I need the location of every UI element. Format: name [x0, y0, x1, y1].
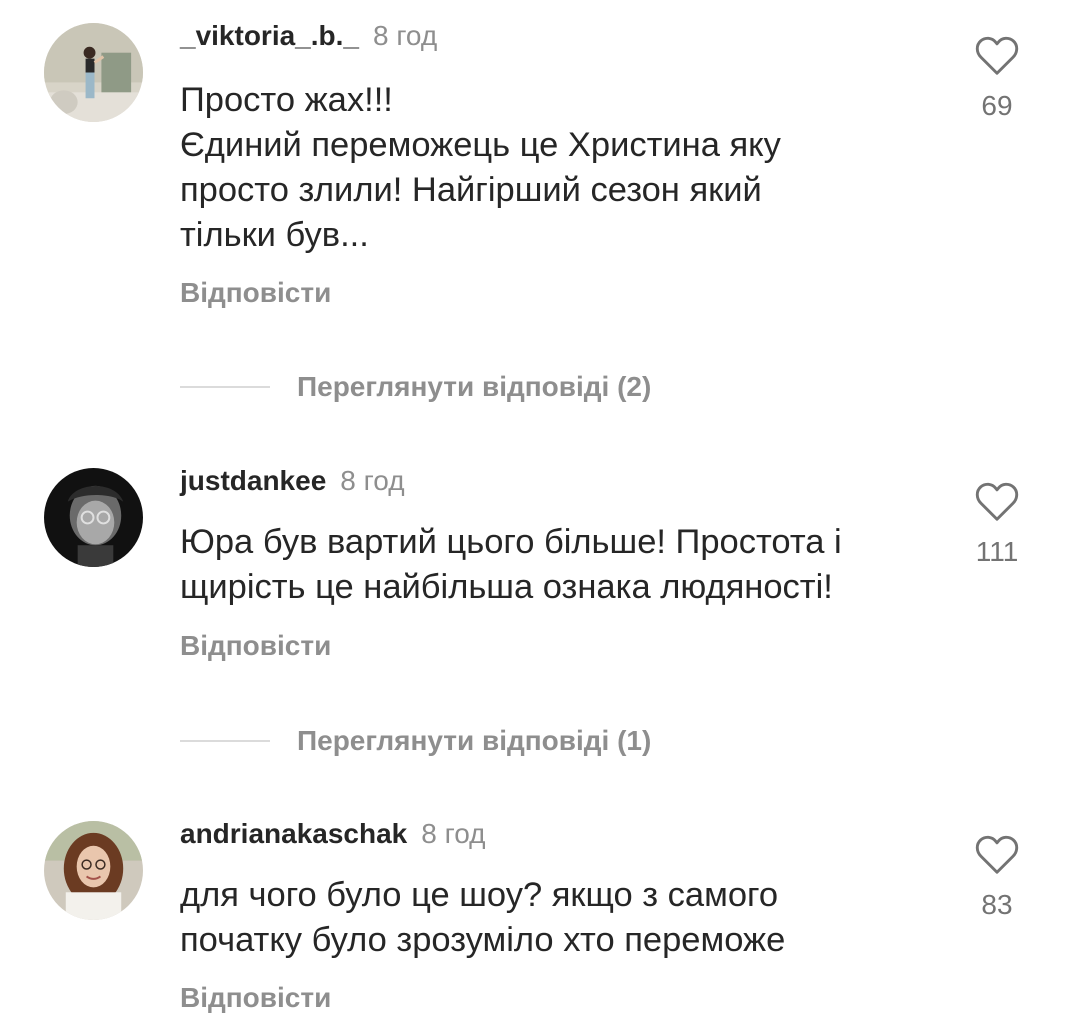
replies-divider-line: [180, 386, 270, 388]
like-count: 69: [981, 90, 1013, 121]
comment-header: andrianakaschak 8 год: [180, 816, 486, 852]
avatar-photo-andrianakaschak: [44, 821, 143, 920]
view-replies-label: Переглянути відповіді (2): [297, 371, 652, 402]
heart-outline-icon[interactable]: [975, 36, 1019, 76]
reply-button[interactable]: Відповісти: [180, 275, 331, 311]
avatar-photo-justdankee: [44, 468, 143, 567]
comment-header: _viktoria_.b._ 8 год: [180, 18, 437, 54]
timestamp: 8 год: [372, 20, 438, 51]
heart-outline-icon[interactable]: [975, 835, 1019, 875]
avatar[interactable]: [44, 821, 143, 920]
reply-button[interactable]: Відповісти: [180, 980, 331, 1016]
username[interactable]: _viktoria_.b._: [180, 20, 359, 51]
like-control: 111: [957, 482, 1037, 570]
timestamp: 8 год: [340, 465, 405, 496]
comment-text-line: Просто жах!!!: [180, 81, 393, 119]
comment-text-line: щирість це найбільша ознака людяності!: [180, 568, 833, 606]
comment-header: justdankee 8 год: [180, 463, 405, 499]
like-control: 83: [957, 835, 1037, 923]
reply-button[interactable]: Відповісти: [180, 628, 331, 664]
comment-text-line: тільки був...: [180, 216, 369, 254]
username[interactable]: andrianakaschak: [180, 818, 407, 849]
avatar[interactable]: [44, 23, 143, 122]
comment-text-line: Єдиний переможець це Христина яку: [180, 126, 781, 164]
avatar-photo-viktoria: [44, 23, 143, 122]
heart-outline-icon[interactable]: [975, 482, 1019, 522]
comment-text-line: Юра був вартий цього більше! Простота і: [180, 523, 842, 561]
avatar[interactable]: [44, 468, 143, 567]
comment-text: Просто жах!!! Єдиний переможець це Христ…: [180, 78, 950, 258]
like-count: 83: [981, 889, 1013, 920]
comment-text-line: для чого було це шоу? якщо з самого: [180, 876, 779, 914]
like-count: 111: [975, 536, 1019, 567]
replies-divider-line: [180, 740, 270, 742]
view-replies-button[interactable]: Переглянути відповіді (2): [180, 367, 651, 407]
comment-text: для чого було це шоу? якщо з самого поча…: [180, 873, 950, 963]
view-replies-button[interactable]: Переглянути відповіді (1): [180, 721, 651, 761]
comment-text: Юра був вартий цього більше! Простота і …: [180, 520, 950, 610]
like-control: 69: [957, 36, 1037, 124]
view-replies-label: Переглянути відповіді (1): [297, 725, 652, 756]
username[interactable]: justdankee: [180, 465, 326, 496]
timestamp: 8 год: [421, 818, 486, 849]
comment-text-line: початку було зрозуміло хто переможе: [180, 921, 786, 959]
comment-text-line: просто злили! Найгірший сезон який: [180, 171, 762, 209]
